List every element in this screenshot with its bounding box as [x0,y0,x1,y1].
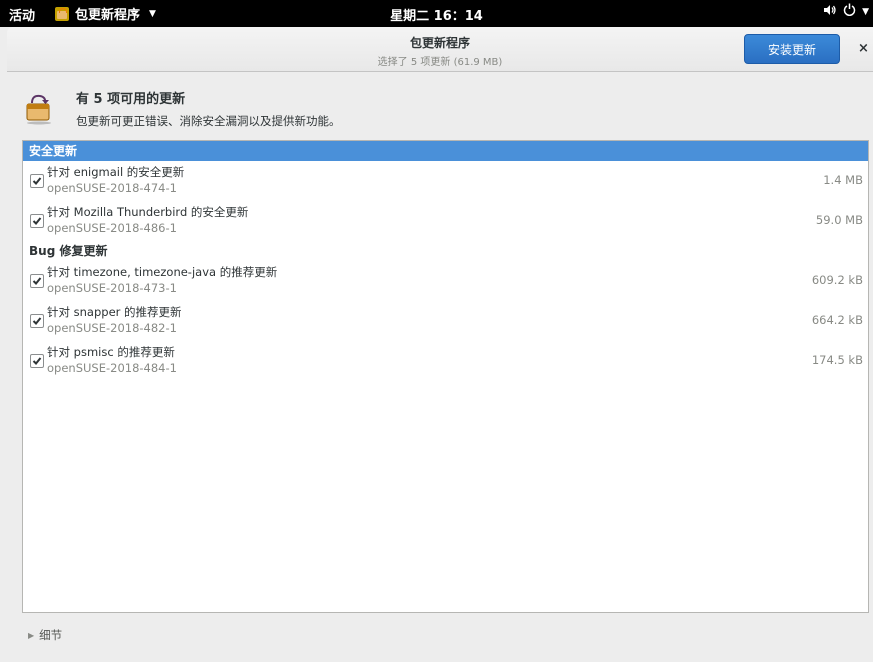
package-updater-icon [55,6,69,21]
install-updates-button[interactable]: 安装更新 [744,34,840,64]
update-name: 针对 Mozilla Thunderbird 的安全更新 [47,205,249,219]
chevron-down-icon: ▼ [862,6,869,17]
update-id: openSUSE-2018-482-1 [47,321,177,335]
update-id: openSUSE-2018-486-1 [47,221,177,235]
volume-icon [823,4,837,20]
system-menu[interactable]: ▼ [823,3,869,20]
update-size: 174.5 kB [811,353,863,367]
checkbox[interactable] [30,214,44,228]
updates-list[interactable]: 安全更新 针对 enigmail 的安全更新 openSUSE-2018-474… [22,140,869,613]
update-name: 针对 snapper 的推荐更新 [47,305,182,319]
list-item[interactable]: 针对 timezone, timezone-java 的推荐更新 openSUS… [23,261,868,301]
app-menu[interactable]: 包更新程序 ▼ [55,4,156,23]
updates-description: 包更新可更正错误、消除安全漏洞以及提供新功能。 [76,114,341,128]
checkbox[interactable] [30,354,44,368]
update-name: 针对 timezone, timezone-java 的推荐更新 [47,265,278,279]
details-label: 细节 [39,628,63,642]
app-menu-label: 包更新程序 [75,8,141,23]
list-item[interactable]: 针对 Mozilla Thunderbird 的安全更新 openSUSE-20… [23,201,868,241]
checkbox[interactable] [30,174,44,188]
chevron-down-icon: ▼ [149,8,156,19]
section-header-bugfix: Bug 修复更新 [29,244,108,258]
details-expander[interactable]: ▶ 细节 [28,627,62,643]
update-id: openSUSE-2018-473-1 [47,281,177,295]
update-size: 664.2 kB [811,313,863,327]
top-bar: 活动 包更新程序 ▼ 星期二 16：14 ▼ [0,0,873,27]
update-name: 针对 enigmail 的安全更新 [47,165,185,179]
list-item[interactable]: 针对 enigmail 的安全更新 openSUSE-2018-474-1 1.… [23,161,868,201]
updates-available-title: 有 5 项可用的更新 [76,92,186,107]
list-item[interactable]: 针对 snapper 的推荐更新 openSUSE-2018-482-1 664… [23,301,868,341]
update-id: openSUSE-2018-474-1 [47,181,177,195]
update-name: 针对 psmisc 的推荐更新 [47,345,175,359]
section-header-security[interactable]: 安全更新 [23,141,868,161]
list-item[interactable]: 针对 psmisc 的推荐更新 openSUSE-2018-484-1 174.… [23,341,868,381]
update-id: openSUSE-2018-484-1 [47,361,177,375]
update-size: 609.2 kB [811,273,863,287]
close-icon[interactable]: × [858,41,869,56]
update-size: 1.4 MB [823,173,863,187]
expander-arrow-icon: ▶ [28,630,35,640]
checkbox[interactable] [30,314,44,328]
checkbox[interactable] [30,274,44,288]
power-icon [843,3,856,20]
header-bar: 包更新程序 选择了 5 项更新 (61.9 MB) 安装更新 × [7,27,873,72]
package-updater-icon [22,91,56,125]
update-size: 59.0 MB [815,213,863,227]
activities-button[interactable]: 活动 [9,5,35,24]
